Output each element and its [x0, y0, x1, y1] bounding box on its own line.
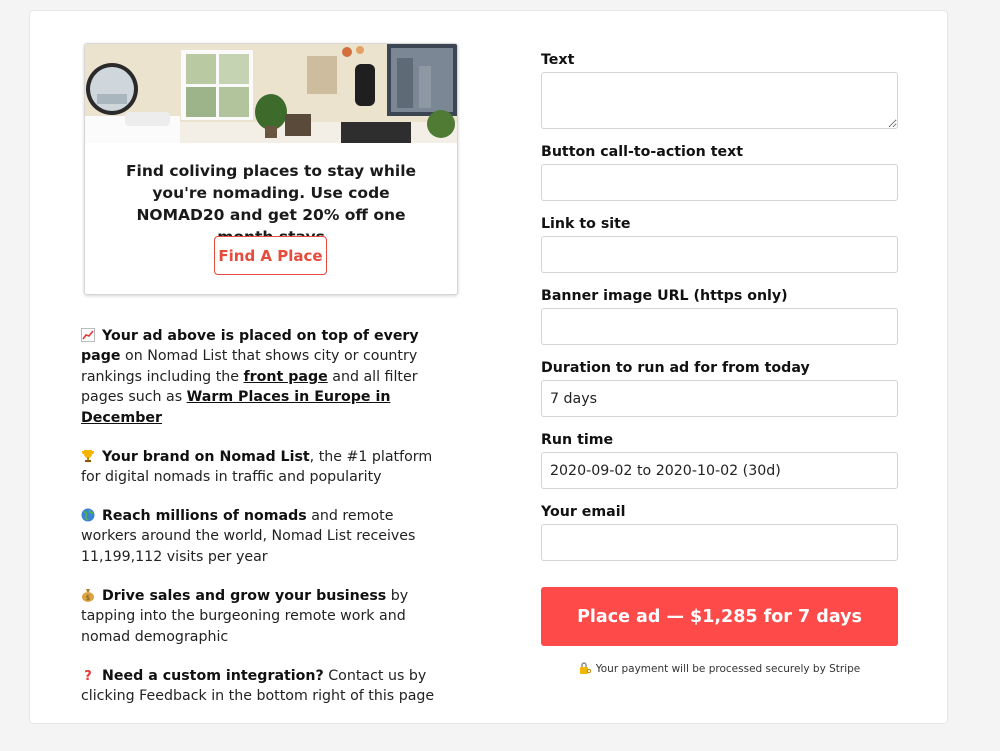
link-label: Link to site — [541, 216, 631, 232]
feature-list: Your ad above is placed on top of every … — [81, 326, 451, 725]
place-ad-button[interactable]: Place ad — $1,285 for 7 days — [541, 587, 898, 646]
duration-input[interactable] — [541, 380, 898, 417]
money-bag-icon: $ — [81, 588, 97, 602]
text-label: Text — [541, 52, 575, 68]
ad-builder-card: Find coliving places to stay while you'r… — [29, 10, 948, 724]
feature-item-brand: Your brand on Nomad List, the #1 platfor… — [81, 447, 451, 488]
feature-item-custom: ? Need a custom integration? Contact us … — [81, 666, 451, 707]
svg-text:?: ? — [84, 669, 92, 682]
find-a-place-button[interactable]: Find A Place — [214, 236, 327, 275]
cta-label: Button call-to-action text — [541, 144, 744, 160]
duration-label: Duration to run ad for from today — [541, 360, 810, 376]
secure-payment-note: Your payment will be processed securely … — [541, 662, 898, 677]
question-mark-icon: ? — [81, 668, 97, 684]
cta-input[interactable] — [541, 164, 898, 201]
globe-icon — [81, 508, 97, 522]
banner-url-label: Banner image URL (https only) — [541, 288, 788, 304]
feature-bold: Your brand on Nomad List — [102, 448, 310, 465]
svg-text:$: $ — [86, 594, 90, 602]
coliving-room-illustration — [85, 44, 457, 143]
feature-item-placement: Your ad above is placed on top of every … — [81, 326, 451, 428]
lock-with-key-icon — [579, 662, 591, 677]
email-label: Your email — [541, 504, 626, 520]
email-input[interactable] — [541, 524, 898, 561]
feature-item-reach: Reach millions of nomads and remote work… — [81, 506, 451, 567]
trophy-icon — [81, 449, 97, 463]
feature-bold: Drive sales and grow your business — [102, 587, 387, 604]
banner-url-input[interactable] — [541, 308, 898, 345]
feature-bold: Need a custom integration? — [102, 667, 324, 684]
run-time-label: Run time — [541, 432, 614, 448]
secure-note-text: Your payment will be processed securely … — [595, 663, 861, 675]
text-field[interactable] — [541, 72, 898, 129]
ad-preview: Find coliving places to stay while you'r… — [84, 43, 458, 295]
feature-bold: Reach millions of nomads — [102, 508, 307, 525]
feature-item-sales: $ Drive sales and grow your business by … — [81, 586, 451, 647]
chart-increasing-icon — [81, 328, 97, 342]
link-input[interactable] — [541, 236, 898, 273]
ad-banner-image — [85, 44, 457, 143]
front-page-link[interactable]: front page — [244, 369, 328, 385]
ad-preview-text: Find coliving places to stay while you'r… — [125, 162, 417, 246]
run-time-input[interactable] — [541, 452, 898, 489]
